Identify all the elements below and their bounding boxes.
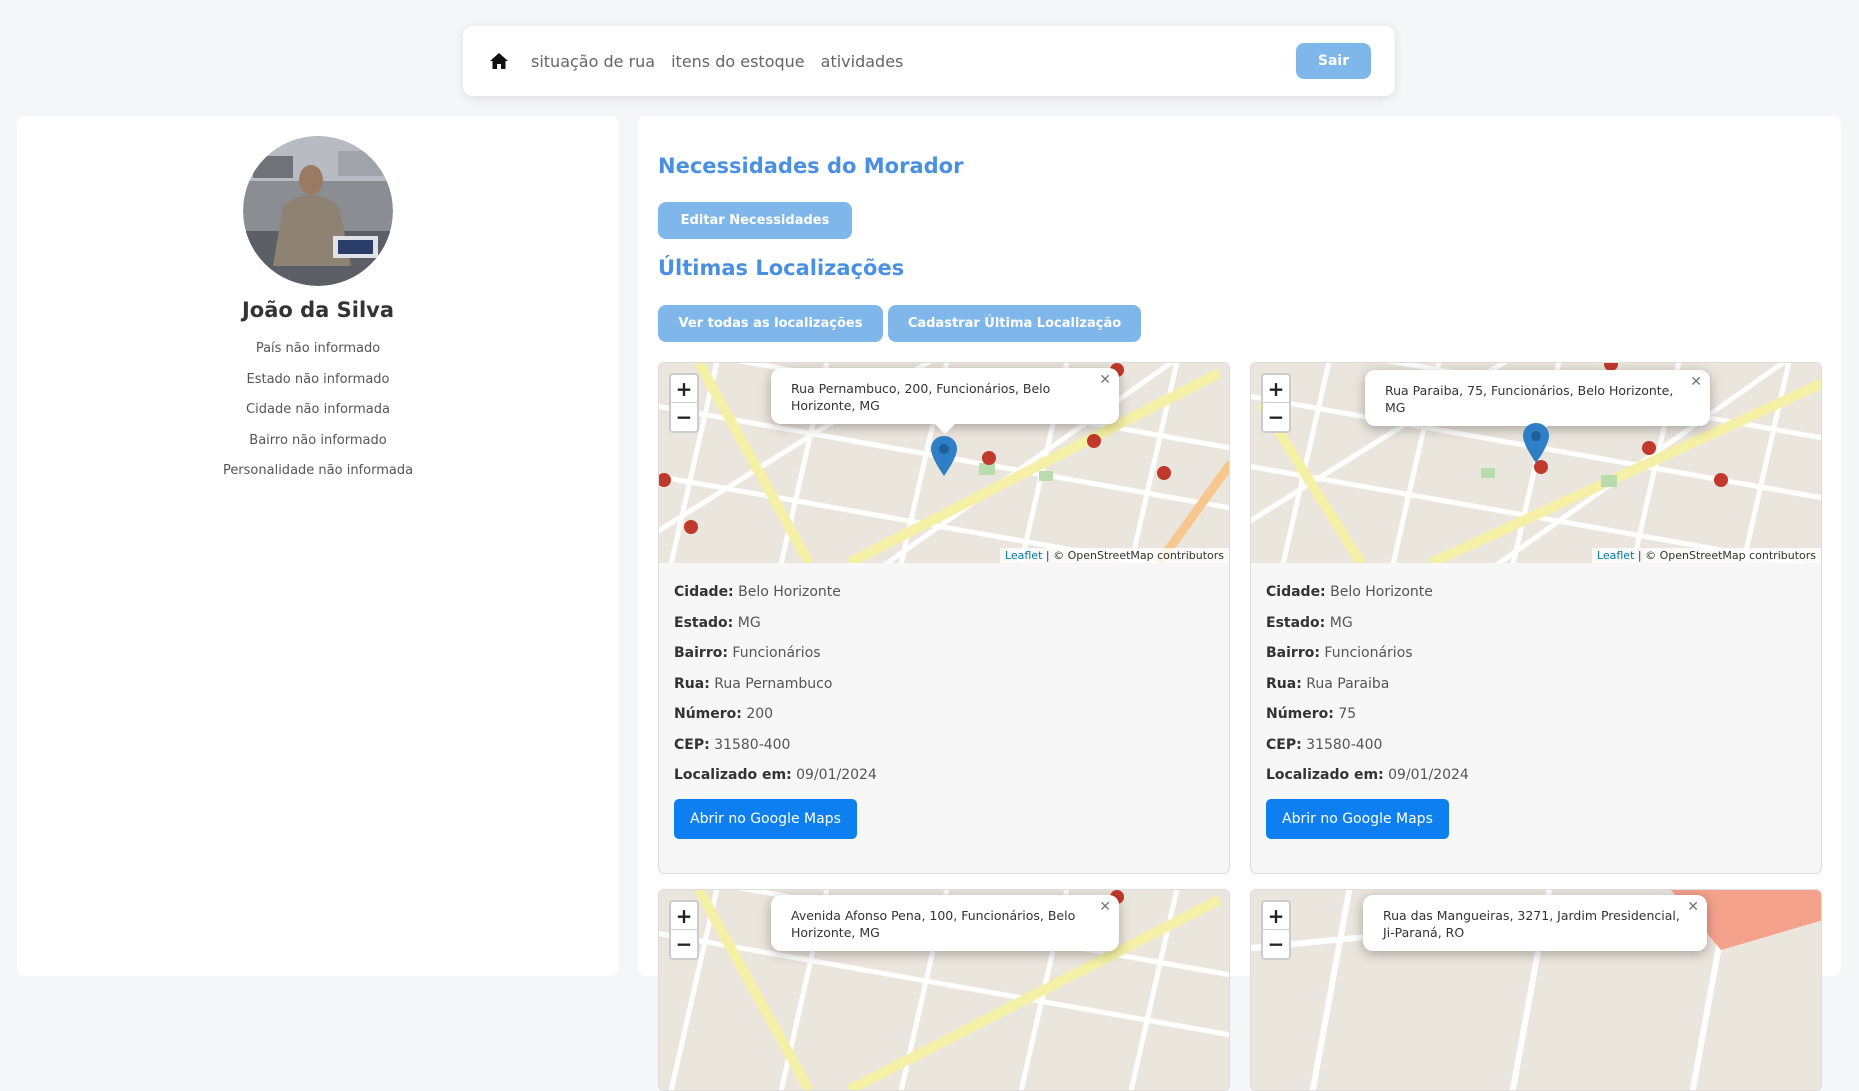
main-panel: Necessidades do Morador Editar Necessida… — [638, 116, 1841, 1091]
close-icon[interactable]: ✕ — [1099, 899, 1111, 916]
zoom-out-button[interactable]: − — [671, 930, 697, 958]
zoom-in-button[interactable]: + — [671, 902, 697, 930]
home-icon[interactable] — [487, 49, 511, 73]
street-value: Rua Paraiba — [1306, 675, 1390, 692]
location-details: Cidade: Belo Horizonte Estado: MG Bairro… — [1251, 563, 1821, 873]
map-popup-text: Rua das Mangueiras, 3271, Jardim Preside… — [1383, 908, 1680, 940]
location-details: Cidade: Belo Horizonte Estado: MG Bairro… — [659, 563, 1229, 873]
zoom-control: + − — [669, 900, 699, 960]
map-attribution: Leaflet | © OpenStreetMap contributors — [1591, 548, 1821, 563]
see-all-locations-button[interactable]: Ver todas as localizações — [658, 305, 883, 342]
profile-district: Bairro não informado — [249, 432, 387, 448]
city-value: Belo Horizonte — [738, 584, 841, 600]
nav-link-itens-do-estoque[interactable]: itens do estoque — [671, 52, 805, 71]
profile-name: João da Silva — [241, 298, 395, 322]
map-marker-icon[interactable] — [931, 436, 957, 476]
profile-city: Cidade não informada — [246, 402, 390, 417]
state-value: MG — [737, 614, 761, 631]
close-icon[interactable]: ✕ — [1099, 372, 1111, 389]
zoom-in-button[interactable]: + — [1263, 375, 1289, 403]
district-value: Funcionários — [1324, 645, 1413, 661]
map-popup: Rua Paraiba, 75, Funcionários, Belo Hori… — [1365, 370, 1710, 436]
open-google-maps-button[interactable]: Abrir no Google Maps — [674, 798, 857, 839]
close-icon[interactable]: ✕ — [1690, 374, 1702, 391]
map-marker-icon[interactable] — [1523, 423, 1549, 463]
zoom-control: + − — [669, 373, 699, 433]
profile-personality: Personalidade não informada — [222, 463, 414, 478]
date-value: 09/01/2024 — [796, 767, 877, 783]
map-popup: Rua Pernambuco, 200, Funcionários, Belo … — [771, 368, 1119, 434]
cep-value: 31580-400 — [1306, 736, 1383, 753]
top-navbar: situação de rua itens do estoque ativida… — [463, 26, 1395, 96]
location-card: + − Rua das Mangueiras, 3271, Jardim Pre… — [1250, 889, 1822, 1091]
needs-title: Necessidades do Morador — [658, 154, 964, 178]
zoom-out-button[interactable]: − — [1263, 930, 1289, 958]
location-map[interactable]: + − Rua Pernambuco, 200, Funcionários, B… — [659, 363, 1229, 563]
number-value: 200 — [746, 706, 774, 722]
logout-button[interactable]: Sair — [1296, 43, 1371, 79]
profile-country: País não informado — [255, 341, 381, 356]
leaflet-link[interactable]: Leaflet — [1597, 549, 1634, 562]
location-card: + − Rua Pernambuco, 200, Funcionários, B… — [658, 362, 1230, 874]
date-value: 09/01/2024 — [1388, 767, 1469, 783]
zoom-in-button[interactable]: + — [671, 375, 697, 403]
location-card: + − Avenida Afonso Pena, 100, Funcionári… — [658, 889, 1230, 1091]
zoom-control: + − — [1261, 900, 1291, 960]
location-map[interactable]: + − Avenida Afonso Pena, 100, Funcionári… — [659, 890, 1229, 1090]
zoom-out-button[interactable]: − — [1263, 403, 1289, 431]
map-attribution: Leaflet | © OpenStreetMap contributors — [999, 548, 1229, 563]
map-popup-text: Rua Paraiba, 75, Funcionários, Belo Hori… — [1385, 383, 1674, 415]
zoom-out-button[interactable]: − — [671, 403, 697, 431]
map-popup-text: Rua Pernambuco, 200, Funcionários, Belo … — [791, 381, 1051, 413]
location-map[interactable]: + − Rua das Mangueiras, 3271, Jardim Pre… — [1251, 890, 1821, 1090]
zoom-control: + − — [1261, 373, 1291, 433]
close-icon[interactable]: ✕ — [1687, 899, 1699, 916]
cep-value: 31580-400 — [714, 736, 791, 753]
city-value: Belo Horizonte — [1330, 584, 1433, 600]
edit-needs-button[interactable]: Editar Necessidades — [658, 202, 852, 239]
nav-link-atividades[interactable]: atividades — [821, 52, 904, 71]
profile-state: Estado não informado — [246, 371, 390, 387]
open-google-maps-button[interactable]: Abrir no Google Maps — [1266, 798, 1449, 839]
district-value: Funcionários — [732, 645, 821, 661]
zoom-in-button[interactable]: + — [1263, 902, 1289, 930]
location-card: + − Rua Paraiba, 75, Funcionários, Belo … — [1250, 362, 1822, 874]
map-popup-text: Avenida Afonso Pena, 100, Funcionários, … — [791, 908, 1076, 940]
locations-title: Últimas Localizações — [658, 256, 905, 280]
map-popup: Avenida Afonso Pena, 100, Funcionários, … — [771, 895, 1119, 951]
map-popup: Rua das Mangueiras, 3271, Jardim Preside… — [1363, 895, 1707, 951]
location-map[interactable]: + − Rua Paraiba, 75, Funcionários, Belo … — [1251, 363, 1821, 563]
state-value: MG — [1329, 614, 1353, 631]
leaflet-link[interactable]: Leaflet — [1005, 549, 1042, 562]
street-value: Rua Pernambuco — [714, 675, 833, 692]
nav-link-situacao-de-rua[interactable]: situação de rua — [531, 52, 655, 71]
number-value: 75 — [1338, 706, 1357, 722]
avatar — [243, 136, 393, 286]
profile-sidebar: João da Silva País não informado Estado … — [17, 116, 619, 976]
register-last-location-button[interactable]: Cadastrar Última Localização — [888, 305, 1141, 342]
